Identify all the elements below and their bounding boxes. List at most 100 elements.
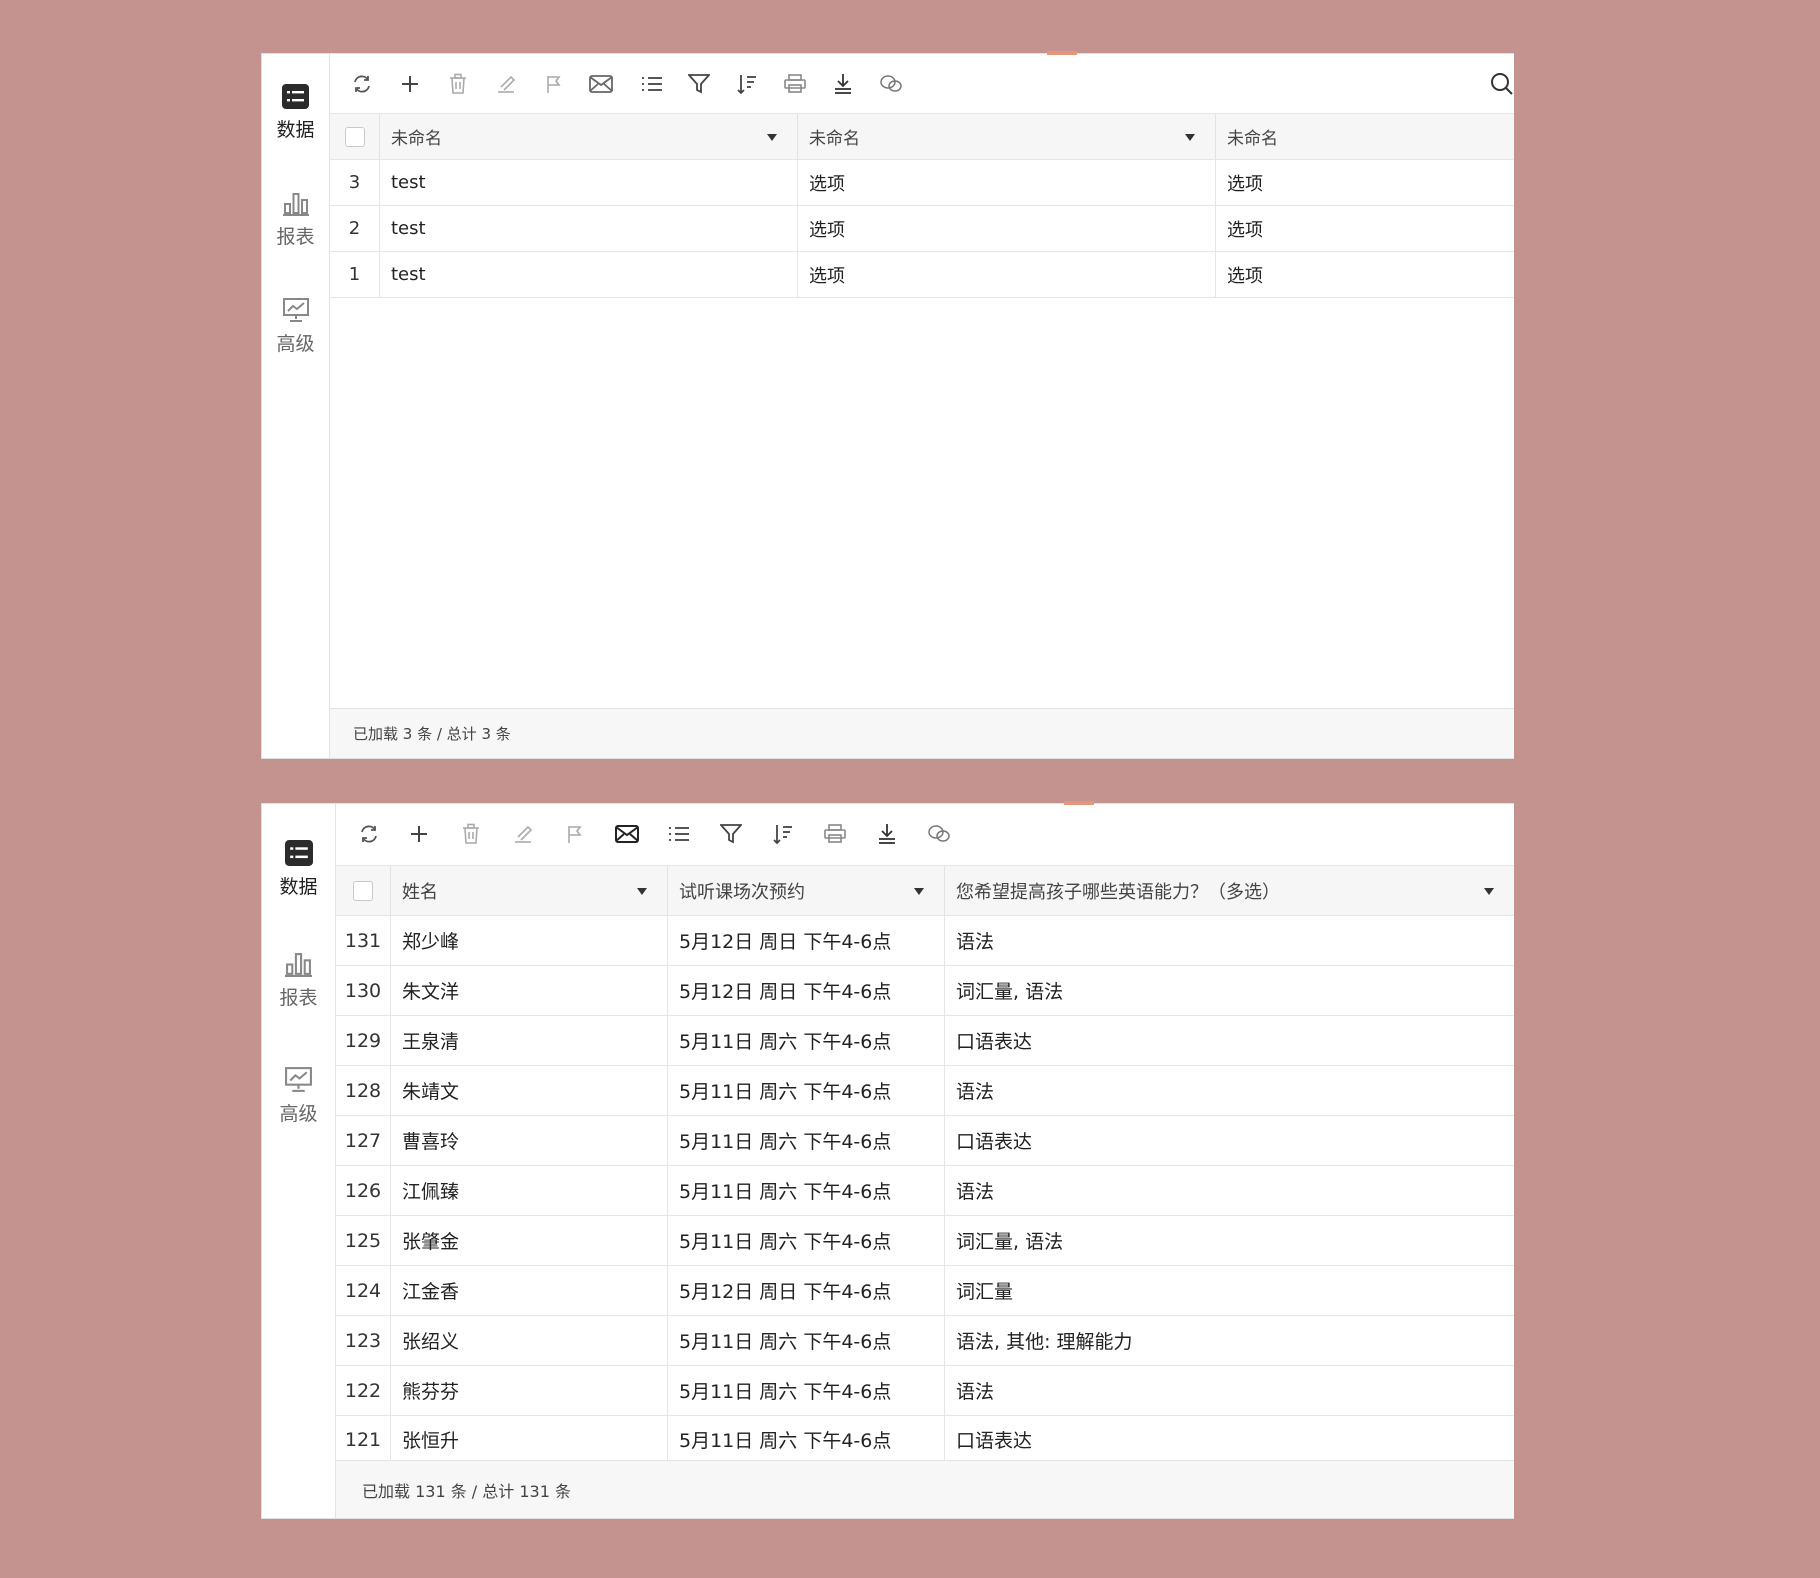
- table-cell[interactable]: 5月11日 周六 下午4-6点: [668, 1316, 945, 1365]
- table-cell[interactable]: 王泉清: [391, 1016, 668, 1065]
- select-all-checkbox[interactable]: [344, 126, 365, 147]
- table-cell[interactable]: 郑少峰: [391, 916, 668, 965]
- search-button[interactable]: [1488, 70, 1516, 98]
- table-row[interactable]: 124 江金香 5月12日 周日 下午4-6点 词汇量: [336, 1266, 1514, 1316]
- wechat-button[interactable]: [925, 820, 953, 848]
- column-menu-icon[interactable]: [1484, 887, 1494, 895]
- table-row[interactable]: 130 朱文洋 5月12日 周日 下午4-6点 词汇量, 语法: [336, 966, 1514, 1016]
- table-cell[interactable]: 5月11日 周六 下午4-6点: [668, 1366, 945, 1415]
- table-cell[interactable]: test: [380, 206, 798, 251]
- table-cell[interactable]: 5月11日 周六 下午4-6点: [668, 1416, 945, 1463]
- table-cell[interactable]: 张绍义: [391, 1316, 668, 1365]
- edit-button[interactable]: [509, 820, 537, 848]
- table-cell[interactable]: 语法: [945, 1366, 1514, 1415]
- table-row[interactable]: 125 张肇金 5月11日 周六 下午4-6点 词汇量, 语法: [336, 1216, 1514, 1266]
- table-row[interactable]: 123 张绍义 5月11日 周六 下午4-6点 语法, 其他: 理解能力: [336, 1316, 1514, 1366]
- table-row[interactable]: 121 张恒升 5月11日 周六 下午4-6点 口语表达: [336, 1416, 1514, 1463]
- table-cell[interactable]: 江佩臻: [391, 1166, 668, 1215]
- add-button[interactable]: [405, 820, 433, 848]
- table-cell[interactable]: 选项: [1216, 160, 1514, 205]
- sort-button[interactable]: [769, 820, 797, 848]
- table-cell[interactable]: test: [380, 160, 798, 205]
- table-row[interactable]: 128 朱靖文 5月11日 周六 下午4-6点 语法: [336, 1066, 1514, 1116]
- delete-button[interactable]: [444, 70, 472, 98]
- flag-button[interactable]: [540, 70, 568, 98]
- delete-button[interactable]: [457, 820, 485, 848]
- table-cell[interactable]: 选项: [798, 252, 1216, 297]
- wechat-button[interactable]: [877, 70, 905, 98]
- table-cell[interactable]: 5月11日 周六 下午4-6点: [668, 1116, 945, 1165]
- select-all-checkbox[interactable]: [353, 880, 373, 901]
- table-cell[interactable]: 曹喜玲: [391, 1116, 668, 1165]
- table-cell[interactable]: 熊芬芬: [391, 1366, 668, 1415]
- table-cell[interactable]: 张恒升: [391, 1416, 668, 1463]
- table-cell[interactable]: 5月11日 周六 下午4-6点: [668, 1016, 945, 1065]
- table-cell[interactable]: 5月11日 周六 下午4-6点: [668, 1066, 945, 1115]
- edit-button[interactable]: [492, 70, 520, 98]
- table-cell[interactable]: 词汇量, 语法: [945, 1216, 1514, 1265]
- column-header[interactable]: 试听课场次预约: [668, 866, 945, 915]
- column-header[interactable]: 您希望提高孩子哪些英语能力？（多选）: [945, 866, 1514, 915]
- table-row[interactable]: 126 江佩臻 5月11日 周六 下午4-6点 语法: [336, 1166, 1514, 1216]
- sidebar-item-report[interactable]: 报表: [262, 952, 335, 1010]
- table-cell[interactable]: 口语表达: [945, 1116, 1514, 1165]
- refresh-button[interactable]: [355, 820, 383, 848]
- list-button[interactable]: [665, 820, 693, 848]
- table-cell[interactable]: 词汇量, 语法: [945, 966, 1514, 1015]
- mail-button[interactable]: [587, 70, 615, 98]
- print-button[interactable]: [821, 820, 849, 848]
- column-menu-icon[interactable]: [914, 887, 924, 895]
- table-row[interactable]: 2 test 选项 选项: [330, 206, 1514, 252]
- mail-button[interactable]: [613, 820, 641, 848]
- table-row[interactable]: 129 王泉清 5月11日 周六 下午4-6点 口语表达: [336, 1016, 1514, 1066]
- download-button[interactable]: [873, 820, 901, 848]
- list-button[interactable]: [638, 70, 666, 98]
- table-cell[interactable]: 朱靖文: [391, 1066, 668, 1115]
- column-header[interactable]: 未命名: [380, 114, 798, 159]
- filter-button[interactable]: [717, 820, 745, 848]
- table-cell[interactable]: 朱文洋: [391, 966, 668, 1015]
- sidebar-item-advanced[interactable]: 高级: [262, 1066, 335, 1126]
- table-row[interactable]: 131 郑少峰 5月12日 周日 下午4-6点 语法: [336, 916, 1514, 966]
- filter-button[interactable]: [685, 70, 713, 98]
- column-menu-icon[interactable]: [767, 133, 777, 141]
- refresh-button[interactable]: [348, 70, 376, 98]
- table-cell[interactable]: 口语表达: [945, 1016, 1514, 1065]
- table-row[interactable]: 1 test 选项 选项: [330, 252, 1514, 298]
- table-cell[interactable]: test: [380, 252, 798, 297]
- table-cell[interactable]: 语法, 其他: 理解能力: [945, 1316, 1514, 1365]
- column-header[interactable]: 姓名: [391, 866, 668, 915]
- table-cell[interactable]: 选项: [1216, 206, 1514, 251]
- table-cell[interactable]: 5月12日 周日 下午4-6点: [668, 966, 945, 1015]
- column-menu-icon[interactable]: [637, 887, 647, 895]
- table-cell[interactable]: 选项: [798, 160, 1216, 205]
- flag-button[interactable]: [561, 820, 589, 848]
- table-cell[interactable]: 江金香: [391, 1266, 668, 1315]
- table-row[interactable]: 127 曹喜玲 5月11日 周六 下午4-6点 口语表达: [336, 1116, 1514, 1166]
- download-button[interactable]: [829, 70, 857, 98]
- table-cell[interactable]: 语法: [945, 1066, 1514, 1115]
- table-cell[interactable]: 语法: [945, 916, 1514, 965]
- sort-button[interactable]: [733, 70, 761, 98]
- table-cell[interactable]: 语法: [945, 1166, 1514, 1215]
- sidebar-item-data[interactable]: 数据: [262, 840, 335, 899]
- column-header[interactable]: 未命名: [798, 114, 1216, 159]
- table-cell[interactable]: 5月11日 周六 下午4-6点: [668, 1166, 945, 1215]
- table-cell[interactable]: 选项: [798, 206, 1216, 251]
- table-cell[interactable]: 张肇金: [391, 1216, 668, 1265]
- table-cell[interactable]: 词汇量: [945, 1266, 1514, 1315]
- table-cell[interactable]: 5月12日 周日 下午4-6点: [668, 1266, 945, 1315]
- table-cell[interactable]: 5月11日 周六 下午4-6点: [668, 1216, 945, 1265]
- sidebar-item-advanced[interactable]: 高级: [262, 297, 329, 356]
- sidebar-item-data[interactable]: 数据: [262, 84, 329, 142]
- column-menu-icon[interactable]: [1185, 133, 1195, 141]
- table-row[interactable]: 122 熊芬芬 5月11日 周六 下午4-6点 语法: [336, 1366, 1514, 1416]
- table-cell[interactable]: 选项: [1216, 252, 1514, 297]
- sidebar-item-report[interactable]: 报表: [262, 192, 329, 249]
- table-cell[interactable]: 口语表达: [945, 1416, 1514, 1463]
- table-cell[interactable]: 5月12日 周日 下午4-6点: [668, 916, 945, 965]
- table-row[interactable]: 3 test 选项 选项: [330, 160, 1514, 206]
- column-header[interactable]: 未命名: [1216, 114, 1514, 159]
- print-button[interactable]: [781, 70, 809, 98]
- add-button[interactable]: [396, 70, 424, 98]
